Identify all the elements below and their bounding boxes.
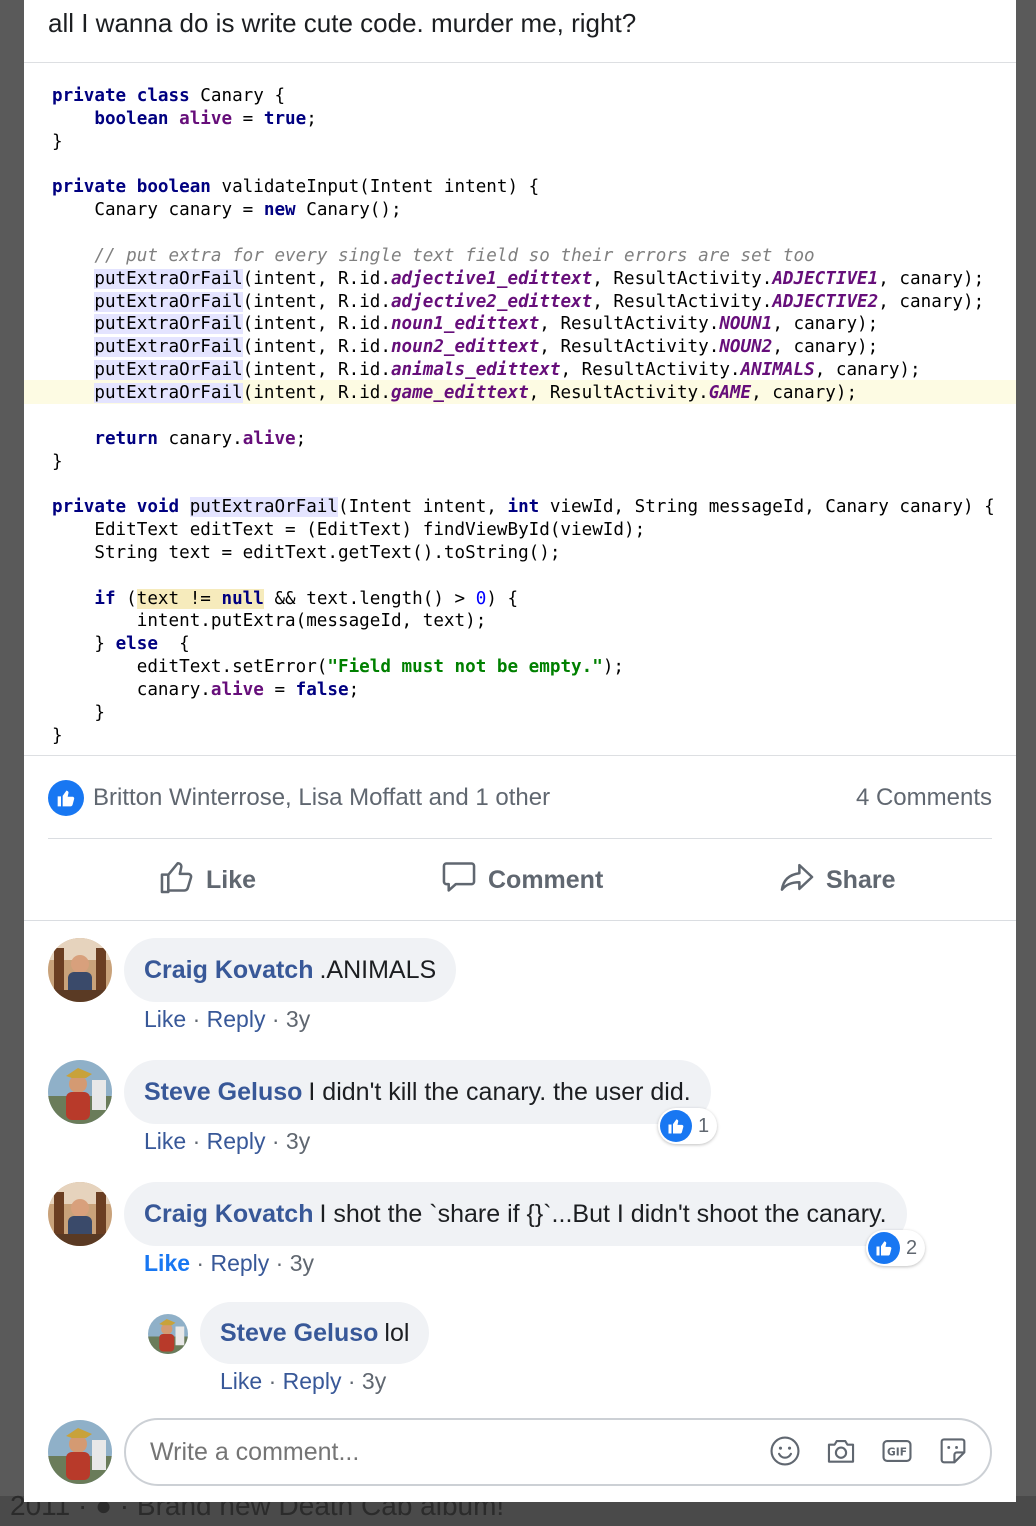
share-icon bbox=[778, 858, 816, 903]
reaction-count: 1 bbox=[698, 1114, 710, 1137]
like-button-label: Like bbox=[206, 865, 257, 894]
sticker-icon[interactable] bbox=[936, 1434, 970, 1468]
comment-count-link[interactable]: 4 Comments bbox=[856, 784, 992, 812]
divider bbox=[48, 838, 992, 839]
code-screenshot-image[interactable]: private class Canary { boolean alive = t… bbox=[24, 62, 1016, 756]
comment-reply-link[interactable]: Reply bbox=[210, 1250, 269, 1276]
comment-author-link[interactable]: Craig Kovatch bbox=[144, 1200, 313, 1229]
share-button[interactable]: Share bbox=[778, 850, 895, 910]
comment-meta: Like · Reply · 3y bbox=[144, 1128, 311, 1154]
like-button[interactable]: Like bbox=[158, 850, 256, 910]
composer-icons: GIF bbox=[768, 1434, 970, 1468]
comment-meta: Like · Reply · 3y bbox=[144, 1006, 311, 1032]
comment-composer[interactable]: GIF bbox=[124, 1418, 992, 1486]
comment-reaction-count[interactable]: 2 bbox=[866, 1230, 926, 1266]
comment-button[interactable]: Comment bbox=[440, 850, 603, 910]
avatar[interactable] bbox=[48, 938, 112, 1002]
gif-icon[interactable]: GIF bbox=[880, 1434, 914, 1468]
avatar[interactable] bbox=[148, 1314, 188, 1354]
comment-input[interactable] bbox=[150, 1438, 710, 1467]
comment-text: I didn't kill the canary. the user did. bbox=[308, 1077, 691, 1106]
emoji-icon[interactable] bbox=[768, 1434, 802, 1468]
comment-icon bbox=[440, 858, 478, 903]
like-badge-icon bbox=[868, 1232, 900, 1264]
reply-meta: Like · Reply · 3y bbox=[220, 1368, 387, 1394]
comment-age[interactable]: 3y bbox=[286, 1006, 310, 1032]
code-image-content: private class Canary { boolean alive = t… bbox=[52, 86, 995, 746]
reply-like-link[interactable]: Like bbox=[220, 1368, 262, 1394]
camera-icon[interactable] bbox=[824, 1434, 858, 1468]
reaction-names-link[interactable]: Britton Winterrose, Lisa Moffatt and 1 o… bbox=[93, 784, 550, 812]
comment-text: I shot the `share if {}`...But I didn't … bbox=[319, 1199, 887, 1228]
reply-bubble: Steve Geluso lol bbox=[200, 1302, 430, 1364]
background-page-right bbox=[1016, 0, 1036, 1526]
comment-reaction-count[interactable]: 1 bbox=[658, 1108, 718, 1144]
post-actions-bar: Like Comment Share bbox=[48, 850, 992, 910]
reply-age[interactable]: 3y bbox=[362, 1368, 386, 1394]
avatar[interactable] bbox=[48, 1182, 112, 1246]
reactions-summary: Britton Winterrose, Lisa Moffatt and 1 o… bbox=[48, 778, 992, 820]
background-page-left bbox=[0, 0, 24, 1526]
comment-reply-link[interactable]: Reply bbox=[207, 1006, 266, 1032]
current-user-avatar[interactable] bbox=[48, 1420, 112, 1484]
thumbs-up-icon bbox=[158, 858, 196, 903]
comment-like-link[interactable]: Like bbox=[144, 1006, 186, 1032]
comment-like-link[interactable]: Like bbox=[144, 1250, 190, 1276]
reply-reply-link[interactable]: Reply bbox=[283, 1368, 342, 1394]
reply-author-link[interactable]: Steve Geluso bbox=[220, 1319, 378, 1348]
comment-bubble: Steve Geluso I didn't kill the canary. t… bbox=[124, 1060, 711, 1124]
comment-author-link[interactable]: Craig Kovatch bbox=[144, 956, 313, 985]
divider bbox=[24, 920, 1016, 921]
like-badge-icon bbox=[48, 780, 84, 816]
comment-reply-link[interactable]: Reply bbox=[207, 1128, 266, 1154]
svg-text:GIF: GIF bbox=[887, 1446, 907, 1459]
post-text: all I wanna do is write cute code. murde… bbox=[48, 8, 637, 38]
comment-author-link[interactable]: Steve Geluso bbox=[144, 1078, 302, 1107]
avatar[interactable] bbox=[48, 1060, 112, 1124]
share-button-label: Share bbox=[826, 865, 896, 894]
post-card: all I wanna do is write cute code. murde… bbox=[24, 0, 1016, 1502]
comment-age[interactable]: 3y bbox=[286, 1128, 310, 1154]
comment-bubble: Craig Kovatch .ANIMALS bbox=[124, 938, 457, 1002]
reaction-count: 2 bbox=[906, 1236, 918, 1259]
like-badge-icon bbox=[660, 1110, 692, 1142]
comment-meta: Like · Reply · 3y bbox=[144, 1250, 315, 1276]
comment-button-label: Comment bbox=[488, 865, 604, 894]
comment-text: .ANIMALS bbox=[319, 955, 437, 984]
comment-like-link[interactable]: Like bbox=[144, 1128, 186, 1154]
comment-bubble: Craig Kovatch I shot the `share if {}`..… bbox=[124, 1182, 907, 1246]
reply-text: lol bbox=[384, 1318, 410, 1347]
comment-age[interactable]: 3y bbox=[290, 1250, 314, 1276]
